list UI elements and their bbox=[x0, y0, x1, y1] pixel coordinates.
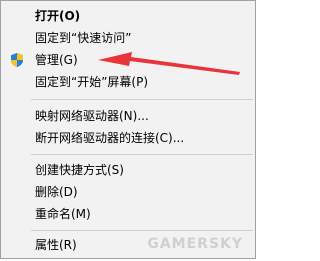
menu-item-create-shortcut[interactable]: 创建快捷方式(S) bbox=[1, 159, 255, 181]
menu-separator bbox=[31, 99, 253, 100]
menu-item-label: 属性(R) bbox=[35, 238, 77, 252]
menu-item-manage[interactable]: 管理(G) bbox=[1, 49, 255, 71]
menu-item-label: 断开网络驱动器的连接(C)... bbox=[35, 131, 185, 145]
menu-item-label: 固定到“开始”屏幕(P) bbox=[35, 75, 149, 89]
menu-item-open[interactable]: 打开(O) bbox=[1, 5, 255, 27]
menu-item-label: 映射网络驱动器(N)... bbox=[35, 109, 149, 123]
menu-separator bbox=[31, 154, 253, 155]
menu-item-label: 管理(G) bbox=[35, 53, 78, 67]
menu-separator bbox=[31, 230, 253, 231]
menu-item-map-network-drive[interactable]: 映射网络驱动器(N)... bbox=[1, 105, 255, 127]
context-menu: 打开(O) 固定到“快速访问” 管理(G) 固定到“开始”屏幕(P) 映射网络驱… bbox=[0, 0, 256, 259]
menu-item-rename[interactable]: 重命名(M) bbox=[1, 203, 255, 225]
menu-item-label: 删除(D) bbox=[35, 185, 78, 199]
menu-item-label: 打开(O) bbox=[35, 9, 81, 23]
menu-item-pin-quick-access[interactable]: 固定到“快速访问” bbox=[1, 27, 255, 49]
menu-item-pin-start[interactable]: 固定到“开始”屏幕(P) bbox=[1, 71, 255, 93]
menu-item-label: 重命名(M) bbox=[35, 207, 91, 221]
menu-item-label: 创建快捷方式(S) bbox=[35, 163, 124, 177]
menu-item-label: 固定到“快速访问” bbox=[35, 31, 132, 45]
menu-item-delete[interactable]: 删除(D) bbox=[1, 181, 255, 203]
watermark: GAMERSKY bbox=[147, 236, 243, 252]
menu-item-disconnect-network-drive[interactable]: 断开网络驱动器的连接(C)... bbox=[1, 127, 255, 149]
uac-shield-icon bbox=[11, 53, 23, 67]
